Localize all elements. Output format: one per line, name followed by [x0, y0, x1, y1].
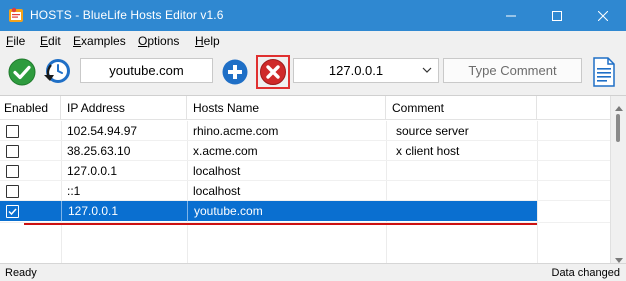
menu-bar: File Edit Examples Options Help — [0, 31, 626, 51]
close-window-button[interactable] — [580, 0, 626, 31]
column-header-comment[interactable]: Comment — [386, 96, 537, 120]
ip-cell: 102.54.94.97 — [67, 124, 138, 138]
ip-cell: 38.25.63.10 — [67, 144, 131, 158]
maximize-icon — [552, 10, 562, 21]
ip-cell: 127.0.0.1 — [61, 201, 187, 221]
delete-button[interactable] — [256, 55, 290, 89]
minimize-icon — [506, 15, 516, 16]
restore-backup-button[interactable] — [42, 57, 72, 90]
checkmark-icon — [8, 208, 17, 216]
hosts-table[interactable]: Enabled IP Address Hosts Name Comment 10… — [0, 95, 626, 264]
host-cell: localhost — [193, 164, 241, 178]
enabled-checkbox[interactable] — [6, 145, 19, 158]
delete-icon — [260, 59, 286, 85]
type-comment-label: Type Comment — [468, 63, 557, 78]
host-cell: rhino.acme.com — [193, 124, 279, 138]
chevron-down-icon — [421, 64, 433, 79]
status-right: Data changed — [551, 267, 621, 279]
ip-cell: 127.0.0.1 — [67, 164, 118, 178]
minimize-button[interactable] — [488, 0, 534, 31]
status-bar: Ready Data changed — [0, 263, 626, 281]
table-row[interactable]: 38.25.63.10 x.acme.com x client host — [0, 141, 537, 161]
app-icon — [8, 7, 24, 23]
comment-cell: x client host — [396, 144, 460, 158]
save-button[interactable] — [8, 58, 36, 89]
toolbar: youtube.com 127.0.0.1 Type Comment — [0, 51, 626, 95]
table-row[interactable]: ::1 localhost — [0, 181, 537, 201]
vertical-scrollbar[interactable] — [610, 96, 626, 264]
add-button[interactable] — [222, 59, 248, 88]
enabled-checkbox[interactable] — [6, 165, 19, 178]
table-header: Enabled IP Address Hosts Name Comment — [0, 96, 610, 120]
host-cell: youtube.com — [187, 201, 386, 221]
comment-cell — [390, 181, 537, 201]
type-comment-input[interactable]: Type Comment — [443, 58, 582, 83]
enabled-checkbox[interactable] — [6, 185, 19, 198]
column-header-hosts-name[interactable]: Hosts Name — [187, 96, 386, 120]
enabled-checkbox[interactable] — [6, 125, 19, 138]
hostname-input-value: youtube.com — [109, 63, 184, 78]
add-icon — [222, 59, 248, 85]
maximize-button[interactable] — [534, 0, 580, 31]
hostname-input[interactable]: youtube.com — [80, 58, 213, 83]
status-left: Ready — [5, 267, 37, 279]
selection-underline — [24, 223, 537, 225]
column-header-ip-address[interactable]: IP Address — [61, 96, 187, 120]
column-header-enabled[interactable]: Enabled — [0, 96, 61, 120]
host-cell: localhost — [193, 184, 241, 198]
close-icon — [598, 10, 608, 21]
comment-cell — [390, 161, 537, 181]
comment-cell — [390, 201, 537, 221]
menu-examples[interactable]: Examples — [73, 34, 126, 48]
scroll-up-arrow-icon[interactable] — [615, 100, 623, 114]
menu-options[interactable]: Options — [138, 34, 179, 48]
clock-restore-icon — [44, 59, 70, 83]
host-cell: x.acme.com — [193, 144, 258, 158]
table-row-selected[interactable]: 127.0.0.1 youtube.com — [0, 201, 537, 221]
menu-edit[interactable]: Edit — [40, 34, 61, 48]
ip-cell: ::1 — [67, 184, 81, 198]
comment-cell: source server — [396, 124, 469, 138]
title-bar: HOSTS - BlueLife Hosts Editor v1.6 — [0, 0, 626, 31]
document-button[interactable] — [592, 57, 616, 90]
check-icon — [8, 58, 36, 86]
menu-file[interactable]: File — [6, 34, 25, 48]
table-row[interactable]: 102.54.94.97 rhino.acme.com source serve… — [0, 121, 537, 141]
table-row[interactable]: 127.0.0.1 localhost — [0, 161, 537, 181]
menu-help[interactable]: Help — [195, 34, 220, 48]
document-icon — [593, 57, 615, 87]
ip-address-select[interactable]: 127.0.0.1 — [293, 58, 439, 83]
window-title: HOSTS - BlueLife Hosts Editor v1.6 — [30, 8, 224, 22]
enabled-checkbox-checked[interactable] — [6, 205, 19, 218]
scroll-thumb[interactable] — [616, 114, 620, 142]
ip-select-value: 127.0.0.1 — [328, 63, 384, 78]
